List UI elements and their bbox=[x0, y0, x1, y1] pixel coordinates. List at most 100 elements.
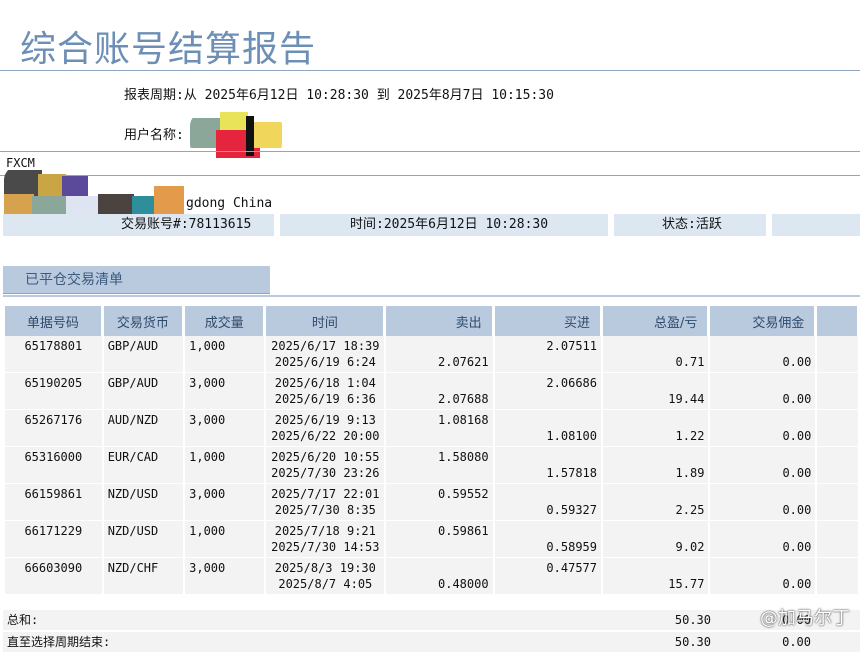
username-label: 用户名称: bbox=[124, 128, 184, 143]
sell-bottom-cell bbox=[390, 502, 488, 518]
buy-bottom-cell: 0.58959 bbox=[546, 540, 597, 554]
symbol-cell: NZD/CHF bbox=[107, 561, 159, 575]
divider bbox=[0, 70, 860, 71]
buy-bottom-cell bbox=[499, 391, 597, 407]
table-row: 65178801 GBP/AUD 1,000 2025/6/17 18:39 2025/… bbox=[5, 336, 858, 373]
table-cell: 0.00 bbox=[710, 373, 816, 410]
buy-top-cell: 2.06686 bbox=[546, 376, 597, 390]
period-end-row: 直至选择周期结束: 50.30 0.00 bbox=[3, 632, 860, 652]
time-open-cell: 2025/8/3 19:30 bbox=[274, 561, 376, 575]
time-open-cell: 2025/7/18 9:21 bbox=[274, 524, 376, 538]
divider bbox=[0, 151, 860, 152]
sell-bottom-cell bbox=[390, 539, 488, 555]
report-title: 综合账号结算报告 bbox=[20, 29, 317, 70]
table-row: 66159861 NZD/USD 3,000 2025/7/17 22:01 2025/… bbox=[5, 484, 858, 521]
sell-bottom-cell bbox=[390, 428, 488, 444]
buy-top-cell: 0.47577 bbox=[546, 561, 597, 575]
table-cell: 2.07688 bbox=[386, 373, 493, 410]
time-close-cell: 2025/6/19 6:36 bbox=[274, 392, 376, 406]
commission-cell: 0.00 bbox=[782, 503, 812, 517]
pl-cell: 0.71 bbox=[675, 355, 705, 369]
total-label: 总和: bbox=[7, 613, 39, 627]
time-close-cell: 2025/6/22 20:00 bbox=[271, 429, 380, 443]
table-cell: 2.07621 bbox=[386, 336, 493, 373]
total-pl: 50.30 bbox=[674, 613, 711, 627]
ticket-cell: 66159861 bbox=[24, 487, 83, 501]
table-cell: 65178801 bbox=[5, 336, 102, 373]
buy-top-cell bbox=[499, 412, 597, 428]
ticket-cell: 65190205 bbox=[24, 376, 83, 390]
symbol-cell: NZD/USD bbox=[107, 487, 159, 501]
table-cell: 2.06686 bbox=[494, 373, 601, 410]
table-cell: 1.89 bbox=[603, 447, 709, 484]
volume-cell: 3,000 bbox=[189, 561, 226, 575]
sell-top-cell: 0.59552 bbox=[438, 487, 489, 501]
table-cell: 1,000 bbox=[185, 521, 265, 558]
table-cell: 9.02 bbox=[603, 521, 709, 558]
buy-top-cell bbox=[499, 486, 597, 502]
commission-cell: 0.00 bbox=[782, 429, 812, 443]
table-cell bbox=[817, 521, 858, 558]
sell-top-cell: 0.59861 bbox=[438, 524, 489, 538]
report-period: 报表周期:从 2025年6月12日 10:28:30 到 2025年8月7日 1… bbox=[124, 88, 554, 103]
table-row: 66603090 NZD/CHF 3,000 2025/8/3 19:30 2025/8… bbox=[5, 558, 858, 595]
volume-cell: 1,000 bbox=[189, 524, 226, 538]
table-cell: 66171229 bbox=[5, 521, 102, 558]
table-cell: 2.07511 bbox=[494, 336, 601, 373]
table-cell: 0.59861 bbox=[386, 521, 493, 558]
pl-cell: 1.22 bbox=[675, 429, 705, 443]
time-close-cell: 2025/8/7 4:05 bbox=[278, 577, 373, 591]
table-cell: 2025/7/17 22:01 2025/7/30 8:35 bbox=[266, 484, 385, 521]
buy-bottom-cell: 1.08100 bbox=[546, 429, 597, 443]
account-bar: 交易账号#:78113615 bbox=[3, 214, 274, 236]
table-cell: 0.00 bbox=[710, 521, 816, 558]
buy-top-cell bbox=[499, 523, 597, 539]
header-blank bbox=[817, 306, 858, 336]
header-buy: 买进 bbox=[494, 306, 601, 336]
table-cell: 0.48000 bbox=[386, 558, 493, 595]
table-cell: 3,000 bbox=[185, 373, 265, 410]
ticket-cell: 65267176 bbox=[24, 413, 83, 427]
symbol-cell: GBP/AUD bbox=[107, 339, 159, 353]
status-bar: 状态:活跃 bbox=[614, 214, 766, 236]
table-cell: AUD/NZD bbox=[103, 410, 184, 447]
total-row: 总和: 50.30 0.00 bbox=[3, 610, 860, 630]
buy-bottom-cell: 1.57818 bbox=[546, 466, 597, 480]
watermark: @加马尔丁 bbox=[760, 608, 850, 629]
header-symbol: 交易货币 bbox=[103, 306, 184, 336]
table-cell: 2025/6/17 18:39 2025/6/19 6:24 bbox=[266, 336, 385, 373]
table-cell: 19.44 bbox=[603, 373, 709, 410]
commission-cell: 0.00 bbox=[782, 577, 812, 591]
sell-bottom-cell: 0.48000 bbox=[438, 577, 489, 591]
time-bar: 时间:2025年6月12日 10:28:30 bbox=[280, 214, 608, 236]
table-cell: NZD/CHF bbox=[103, 558, 184, 595]
table-cell: 2025/6/20 10:55 2025/7/30 23:26 bbox=[266, 447, 385, 484]
pl-cell: 15.77 bbox=[668, 577, 705, 591]
table-cell: 0.00 bbox=[710, 558, 816, 595]
table-row: 66171229 NZD/USD 1,000 2025/7/18 9:21 2025/7… bbox=[5, 521, 858, 558]
table-cell: 0.59327 bbox=[494, 484, 601, 521]
buy-bottom-cell: 0.59327 bbox=[546, 503, 597, 517]
table-cell: 0.58959 bbox=[494, 521, 601, 558]
pl-cell: 2.25 bbox=[675, 503, 705, 517]
table-cell: 0.00 bbox=[710, 410, 816, 447]
time-open-cell: 2025/6/20 10:55 bbox=[271, 450, 380, 464]
table-cell: 0.59552 bbox=[386, 484, 493, 521]
table-cell: 1.08100 bbox=[494, 410, 601, 447]
table-cell: 3,000 bbox=[185, 410, 265, 447]
ticket-cell: 65178801 bbox=[24, 339, 83, 353]
table-cell: 1,000 bbox=[185, 336, 265, 373]
closed-trades-table: 单据号码 交易货币 成交量 时间 卖出 买进 总盈/亏 交易佣金 6517880… bbox=[3, 306, 860, 595]
table-cell: 65267176 bbox=[5, 410, 102, 447]
table-cell: NZD/USD bbox=[103, 484, 184, 521]
commission-cell: 0.00 bbox=[782, 392, 812, 406]
symbol-cell: AUD/NZD bbox=[107, 413, 159, 427]
volume-cell: 1,000 bbox=[189, 339, 226, 353]
address-fragment: gdong China bbox=[186, 196, 273, 211]
time-close-cell: 2025/7/30 8:35 bbox=[274, 503, 376, 517]
volume-cell: 3,000 bbox=[189, 413, 226, 427]
table-cell bbox=[817, 484, 858, 521]
commission-cell: 0.00 bbox=[782, 466, 812, 480]
table-cell bbox=[817, 447, 858, 484]
buy-bottom-cell bbox=[499, 354, 597, 370]
